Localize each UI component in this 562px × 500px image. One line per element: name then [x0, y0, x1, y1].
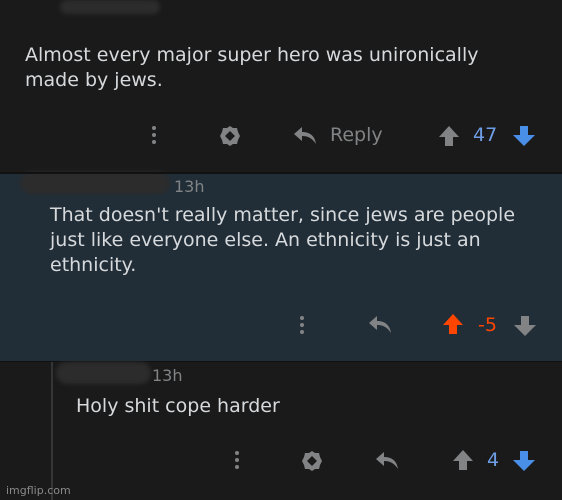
redacted-username	[60, 0, 160, 14]
more-options-icon[interactable]	[235, 451, 239, 472]
comment-3: 13h Holy shit cope harder 4	[0, 362, 562, 500]
comment-timestamp: 13h	[174, 177, 205, 196]
redacted-username	[20, 172, 170, 194]
divider	[0, 172, 562, 174]
more-options-icon[interactable]	[300, 316, 304, 337]
comment-3-text: Holy shit cope harder	[76, 395, 280, 417]
vote-score: 47	[473, 124, 498, 146]
reply-icon[interactable]	[374, 450, 400, 472]
comment-2-text: That doesn't really matter, since jews a…	[50, 204, 516, 276]
upvote-icon[interactable]	[452, 448, 474, 472]
watermark: imgflip.com	[6, 484, 71, 497]
comment-2: 13h That doesn't really matter, since je…	[0, 172, 562, 362]
upvote-icon[interactable]	[438, 124, 460, 148]
reply-icon[interactable]	[367, 314, 393, 336]
downvote-icon[interactable]	[513, 314, 537, 338]
vote-score: -5	[478, 314, 497, 336]
comment-1: Almost every major super hero was uniron…	[0, 0, 562, 172]
reply-button[interactable]: Reply	[330, 124, 383, 146]
thread-line[interactable]	[51, 362, 53, 500]
more-options-icon[interactable]	[152, 126, 156, 147]
vote-score: 4	[487, 449, 500, 471]
reply-icon[interactable]	[292, 125, 318, 147]
downvote-icon[interactable]	[512, 124, 536, 148]
comment-timestamp: 13h	[152, 366, 183, 385]
redacted-username	[56, 362, 151, 384]
award-icon[interactable]	[300, 449, 324, 473]
upvote-icon[interactable]	[442, 312, 464, 336]
comment-1-text: Almost every major super hero was uniron…	[25, 44, 479, 91]
downvote-icon[interactable]	[512, 449, 536, 473]
award-icon[interactable]	[218, 124, 242, 148]
